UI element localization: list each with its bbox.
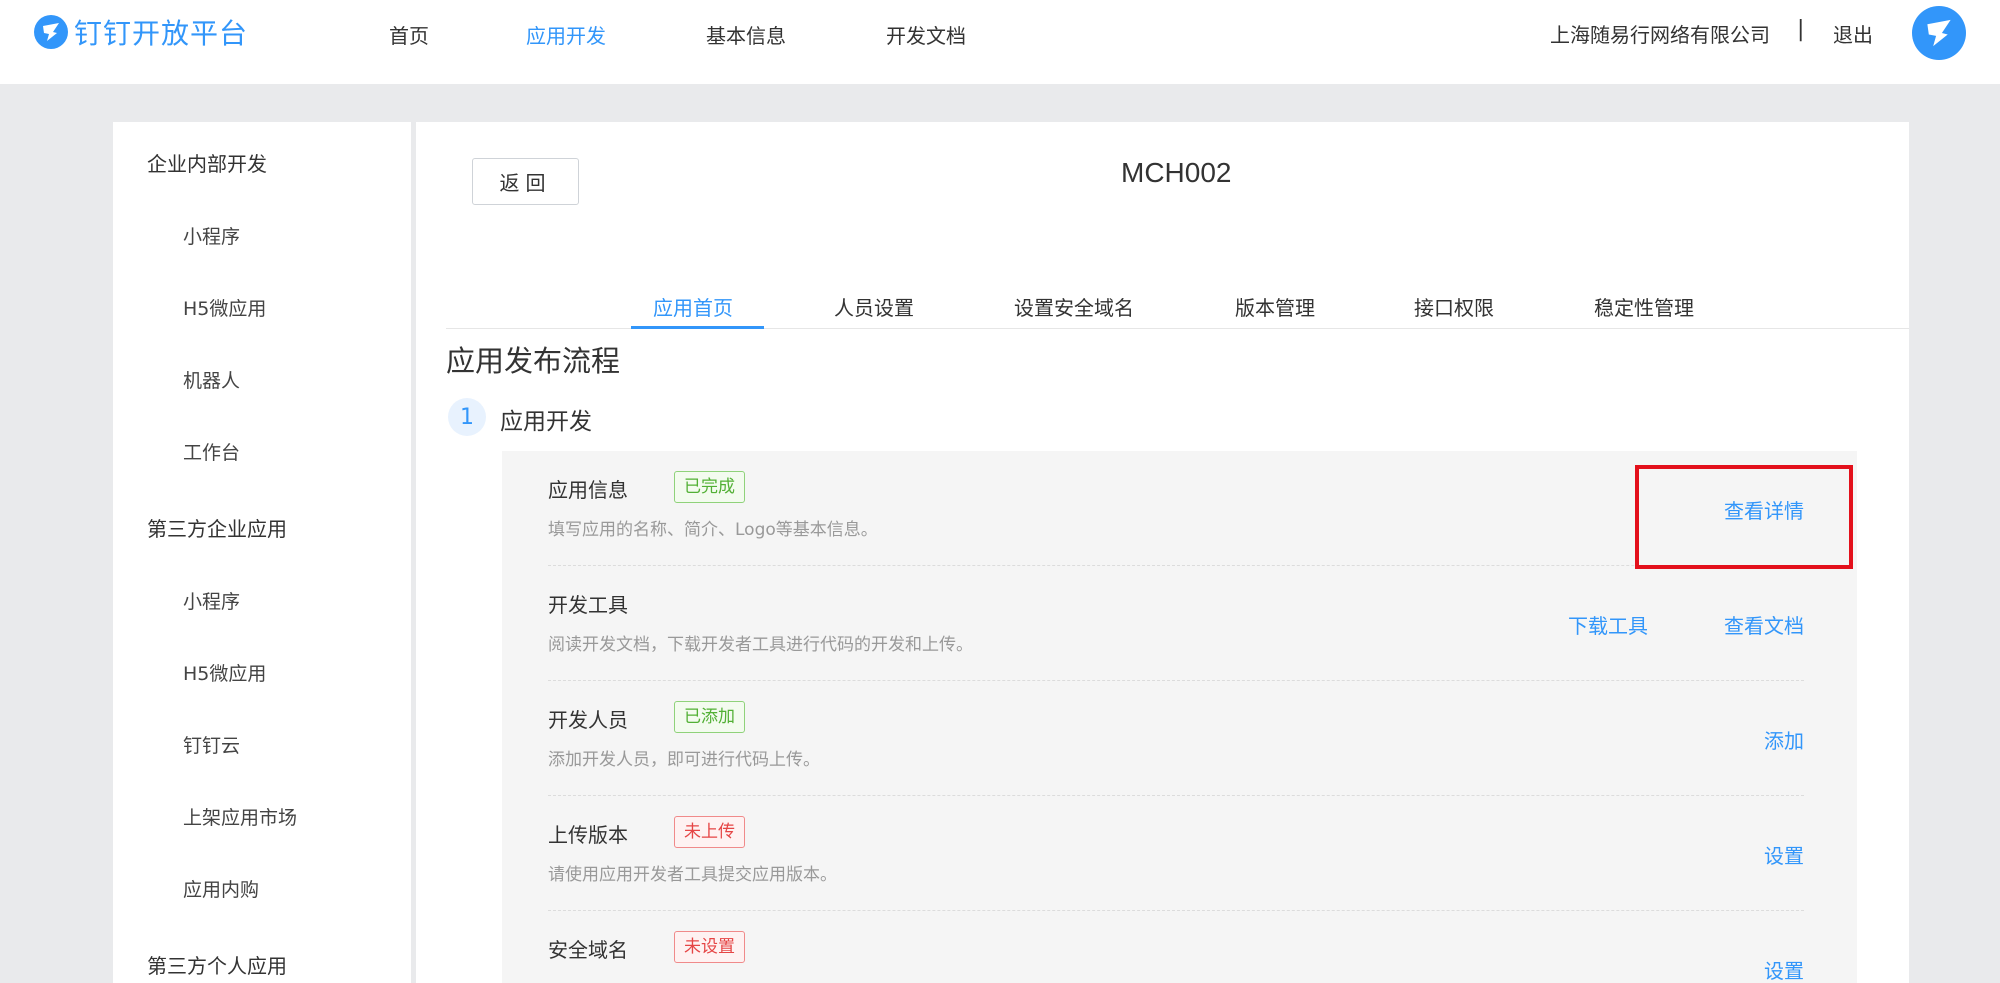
logout-link[interactable]: 退出: [1833, 19, 1873, 48]
sidebar-item-h5-app[interactable]: H5微应用: [183, 659, 266, 686]
logo-text: 钉钉开放平台: [74, 17, 249, 50]
list-item-dev-tools: 开发工具 阅读开发文档，下载开发者工具进行代码的开发和上传。 下载工具 查看文档: [548, 566, 1804, 681]
sidebar-group-third-party-personal[interactable]: 第三方个人应用: [147, 950, 287, 979]
avatar[interactable]: [1912, 6, 1966, 60]
top-navbar: 钉钉开放平台 首页 应用开发 基本信息 开发文档 上海随易行网络有限公司 | 退…: [0, 0, 2000, 84]
sidebar-item-in-app-purchase[interactable]: 应用内购: [183, 875, 259, 902]
tab-security-domain[interactable]: 设置安全域名: [1014, 292, 1134, 321]
row-title: 应用信息: [548, 478, 628, 502]
section-title: 应用发布流程: [446, 344, 621, 378]
sidebar-item-mini-program[interactable]: 小程序: [183, 587, 240, 614]
row-title: 开发工具: [548, 593, 628, 617]
sidebar-item-robot[interactable]: 机器人: [183, 366, 240, 393]
set-domain-link[interactable]: 设置: [1764, 955, 1804, 983]
nav-app-dev[interactable]: 应用开发: [526, 20, 606, 49]
status-badge: 未设置: [674, 931, 745, 963]
company-name: 上海随易行网络有限公司: [1550, 23, 1770, 47]
set-version-link[interactable]: 设置: [1764, 840, 1804, 869]
tab-app-home[interactable]: 应用首页: [653, 292, 733, 321]
nav-dev-docs[interactable]: 开发文档: [886, 20, 966, 49]
status-badge: 已添加: [674, 701, 745, 733]
nav-home[interactable]: 首页: [389, 20, 429, 49]
list-item-app-info: 应用信息 已完成 填写应用的名称、简介、Logo等基本信息。 查看详情: [548, 451, 1804, 566]
tab-bar: 应用首页 人员设置 设置安全域名 版本管理 接口权限 稳定性管理: [446, 292, 1909, 329]
highlight-box: [1635, 465, 1853, 569]
sidebar-group-internal[interactable]: 企业内部开发: [147, 148, 267, 177]
row-title: 开发人员: [548, 708, 628, 732]
sidebar-item-h5-app[interactable]: H5微应用: [183, 294, 266, 321]
tab-member-settings[interactable]: 人员设置: [834, 292, 914, 321]
tab-version-management[interactable]: 版本管理: [1235, 292, 1315, 321]
list-item-security-domain: 安全域名 未设置 设置: [548, 911, 1804, 983]
sidebar-item-workbench[interactable]: 工作台: [183, 438, 240, 465]
view-docs-link[interactable]: 查看文档: [1724, 610, 1804, 639]
row-description: 填写应用的名称、简介、Logo等基本信息。: [548, 520, 878, 540]
dingtalk-logo-icon: [34, 15, 68, 49]
logo[interactable]: 钉钉开放平台: [34, 14, 248, 50]
sidebar-group-third-party-enterprise[interactable]: 第三方企业应用: [147, 513, 287, 542]
list-item-upload-version: 上传版本 未上传 请使用应用开发者工具提交应用版本。 设置: [548, 796, 1804, 911]
step-label: 应用开发: [500, 409, 592, 435]
sidebar-item-app-market[interactable]: 上架应用市场: [183, 803, 297, 830]
row-description: 添加开发人员，即可进行代码上传。: [548, 750, 820, 770]
row-description: 阅读开发文档，下载开发者工具进行代码的开发和上传。: [548, 635, 973, 655]
sidebar: 企业内部开发 小程序 H5微应用 机器人 工作台 第三方企业应用 小程序 H5微…: [113, 122, 411, 983]
list-item-developers: 开发人员 已添加 添加开发人员，即可进行代码上传。 添加: [548, 681, 1804, 796]
sidebar-item-mini-program[interactable]: 小程序: [183, 222, 240, 249]
sidebar-item-dingtalk-cloud[interactable]: 钉钉云: [183, 731, 240, 758]
tab-stability-management[interactable]: 稳定性管理: [1594, 292, 1694, 321]
active-tab-indicator: [631, 326, 764, 329]
status-badge: 已完成: [674, 471, 745, 503]
download-tool-link[interactable]: 下载工具: [1568, 610, 1648, 639]
row-description: 请使用应用开发者工具提交应用版本。: [548, 865, 837, 885]
tab-api-permissions[interactable]: 接口权限: [1414, 292, 1494, 321]
add-developer-link[interactable]: 添加: [1764, 725, 1804, 754]
app-title: MCH002: [1121, 157, 1232, 188]
nav-basic-info[interactable]: 基本信息: [706, 20, 786, 49]
header-divider: |: [1797, 17, 1805, 42]
dingtalk-avatar-icon: [1927, 19, 1951, 47]
back-button[interactable]: 返回: [472, 158, 579, 205]
status-badge: 未上传: [674, 816, 745, 848]
step-number: 1: [448, 398, 486, 436]
row-title: 安全域名: [548, 938, 628, 962]
row-title: 上传版本: [548, 823, 628, 847]
